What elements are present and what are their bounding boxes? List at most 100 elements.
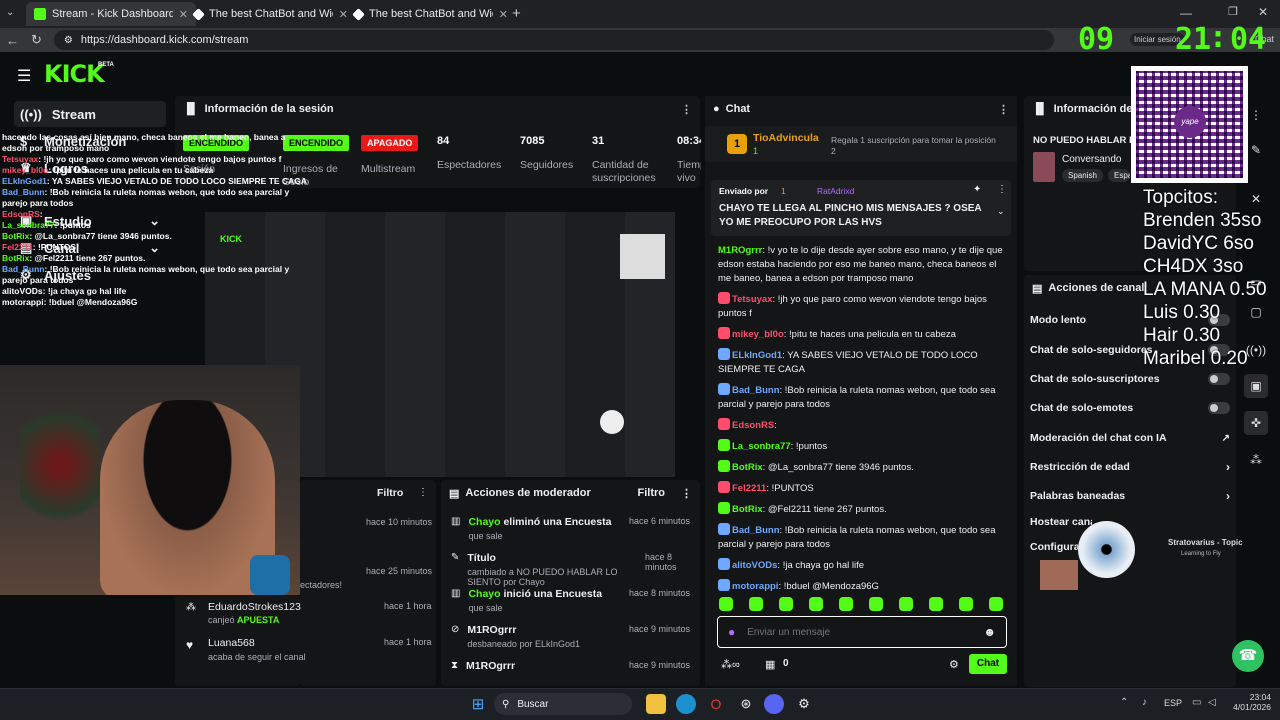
stream-icon[interactable]: ((•)): [1244, 338, 1268, 362]
chat-message[interactable]: ELkInGod1: YA SABES VIEJO VETALO DE TODO…: [705, 348, 1011, 377]
volume-icon[interactable]: ◁: [1208, 697, 1216, 708]
close-icon[interactable]: ✕: [499, 8, 508, 21]
chat-username[interactable]: Tetsuyax: [732, 294, 772, 305]
close-icon[interactable]: ✕: [1244, 187, 1268, 211]
setting-age-restriction[interactable]: Restricción de edad ›: [1030, 455, 1230, 479]
chat-message[interactable]: BotRix: @Fel2211 tiene 267 puntos.: [705, 502, 1011, 517]
settings-gear-icon[interactable]: ⚙: [794, 694, 814, 714]
emote-icon[interactable]: [749, 597, 763, 611]
chevron-up-icon[interactable]: ⌃: [1120, 697, 1128, 708]
more-icon[interactable]: ⋮: [418, 487, 428, 498]
chat-username[interactable]: Bad_Bunn: [732, 385, 780, 396]
tab-botrix-2[interactable]: The best ChatBot and Widgets for ✕: [346, 2, 516, 26]
sidebar-item-stream[interactable]: ((•)) Stream: [14, 101, 166, 127]
points-icon[interactable]: ⁂∞: [721, 658, 740, 671]
chat-input-box[interactable]: ● ☻: [717, 616, 1007, 648]
emoji-icon[interactable]: ☻: [983, 625, 996, 639]
back-icon[interactable]: ←: [6, 33, 19, 48]
app-icon[interactable]: ⊛: [736, 694, 756, 714]
kick-logo[interactable]: KICK: [44, 60, 105, 88]
emote-icon[interactable]: [959, 597, 973, 611]
chat-username[interactable]: BotRix: [732, 462, 763, 473]
activity-filter-button[interactable]: Filtro: [377, 487, 403, 499]
opera-icon[interactable]: O: [706, 694, 726, 714]
chat-username[interactable]: Bad_Bunn: [732, 525, 780, 536]
emote-icon[interactable]: [929, 597, 943, 611]
setting-subs-only[interactable]: Chat de solo-suscriptores: [1030, 367, 1230, 391]
edge-browser-icon[interactable]: [676, 694, 696, 714]
more-icon[interactable]: ⋮: [997, 184, 1007, 195]
windows-start-icon[interactable]: ⊞: [468, 694, 488, 714]
chat-message[interactable]: Bad_Bunn: !Bob reinicia la ruleta nomas …: [705, 383, 1011, 412]
support-button[interactable]: ☎: [1232, 640, 1264, 672]
chat-message[interactable]: La_sonbra77: !puntos: [705, 439, 1011, 454]
menu-icon[interactable]: ☰: [17, 66, 31, 86]
taskbar-clock[interactable]: 23:04 4/01/2026: [1229, 692, 1271, 712]
toggle[interactable]: [1208, 373, 1230, 385]
send-chat-button[interactable]: Chat: [969, 654, 1007, 674]
mod-filter-button[interactable]: Filtro: [638, 487, 666, 499]
setting-banned-words[interactable]: Palabras baneadas ›: [1030, 484, 1230, 508]
microphone-tray-icon[interactable]: ♪: [1142, 697, 1147, 708]
gift-box-icon[interactable]: ▦: [765, 658, 775, 671]
more-icon[interactable]: ⋮: [998, 103, 1009, 116]
chat-message[interactable]: alitoVODs: !ja chaya go hal life: [705, 558, 1011, 573]
chat-message[interactable]: Tetsuyax: !jh yo que paro como wevon vie…: [705, 292, 1011, 321]
emote-icon[interactable]: [839, 597, 853, 611]
chat-username[interactable]: Fel2211: [732, 483, 766, 494]
chat-input[interactable]: [747, 626, 968, 638]
chat-username[interactable]: EdsonRS: [732, 420, 774, 431]
chat-username[interactable]: alitoVODs: [732, 560, 777, 571]
minimize-icon[interactable]: —: [1180, 6, 1192, 20]
more-icon[interactable]: ⋮: [681, 103, 692, 116]
chat-username[interactable]: M1ROgrrr: [718, 245, 762, 256]
pin-icon[interactable]: ✦: [973, 184, 981, 195]
wrench-icon[interactable]: ✜: [1244, 411, 1268, 435]
chat-username[interactable]: La_sonbra77: [732, 441, 791, 452]
emote-icon[interactable]: [809, 597, 823, 611]
tab-list-icon[interactable]: ⌄: [6, 7, 14, 18]
more-icon[interactable]: ⋮: [1244, 103, 1268, 127]
emote-icon[interactable]: [719, 597, 733, 611]
chat-message[interactable]: Bad_Bunn: !Bob reinicia la ruleta nomas …: [705, 523, 1011, 552]
emote-icon[interactable]: [989, 597, 1003, 611]
reload-icon[interactable]: ↻: [31, 32, 42, 48]
close-window-icon[interactable]: ✕: [1258, 5, 1268, 19]
setting-emotes-only[interactable]: Chat de solo-emotes: [1030, 396, 1230, 420]
community-icon[interactable]: ⁂: [1244, 448, 1268, 472]
edit-icon[interactable]: ✎: [1244, 138, 1268, 162]
more-icon[interactable]: ⋮: [681, 487, 692, 500]
chat-username[interactable]: BotRix: [732, 504, 763, 515]
chat-message[interactable]: mikey_bl0o: !pitu te haces una pelicula …: [705, 327, 1011, 342]
file-explorer-icon[interactable]: [646, 694, 666, 714]
setting-ai-moderation[interactable]: Moderación del chat con IA ↗: [1030, 426, 1230, 450]
chat-message[interactable]: Fel2211: !PUNTOS: [705, 481, 1011, 496]
chevron-down-icon[interactable]: ⌄: [997, 206, 1005, 217]
tab-botrix-1[interactable]: The best ChatBot and Widgets for ✕: [186, 2, 356, 26]
setting-configuration[interactable]: Configuración: [1030, 535, 1078, 559]
emote-icon[interactable]: [779, 597, 793, 611]
chat-message[interactable]: EdsonRS:: [705, 418, 1011, 433]
discord-icon[interactable]: [764, 694, 784, 714]
emote-icon[interactable]: [869, 597, 883, 611]
url-field[interactable]: ⚙ https://dashboard.kick.com/stream: [53, 30, 1054, 50]
chat-username[interactable]: mikey_bl0o: [732, 329, 784, 340]
setting-host-channel[interactable]: Hostear canal: [1030, 510, 1092, 534]
chat-message[interactable]: motorappi: !bduel @Mendoza96G: [705, 579, 1011, 594]
chat-message[interactable]: BotRix: @La_sonbra77 tiene 3946 puntos.: [705, 460, 1011, 475]
chat-username[interactable]: motorappi: [732, 581, 778, 592]
comment-icon[interactable]: ▢: [1244, 300, 1268, 324]
network-icon[interactable]: ▭: [1192, 697, 1201, 708]
taskbar-search[interactable]: ⚲ Buscar: [494, 693, 632, 715]
new-tab-icon[interactable]: +: [512, 5, 521, 22]
emote-icon[interactable]: [899, 597, 913, 611]
settings-icon[interactable]: ⚙: [949, 658, 959, 671]
store-icon[interactable]: ▣: [1244, 374, 1268, 398]
site-info-icon[interactable]: ⚙: [64, 35, 73, 46]
chat-message[interactable]: M1ROgrrr: !v yo te lo dije desde ayer so…: [705, 244, 1011, 286]
maximize-icon[interactable]: ❐: [1228, 5, 1238, 18]
language-indicator[interactable]: ESP: [1164, 698, 1182, 708]
chat-bubble-icon[interactable]: ▭: [1244, 270, 1268, 294]
chat-username[interactable]: ELkInGod1: [732, 350, 782, 361]
tab-kick-dashboard[interactable]: Stream - Kick Dashboard ✕: [26, 2, 196, 26]
